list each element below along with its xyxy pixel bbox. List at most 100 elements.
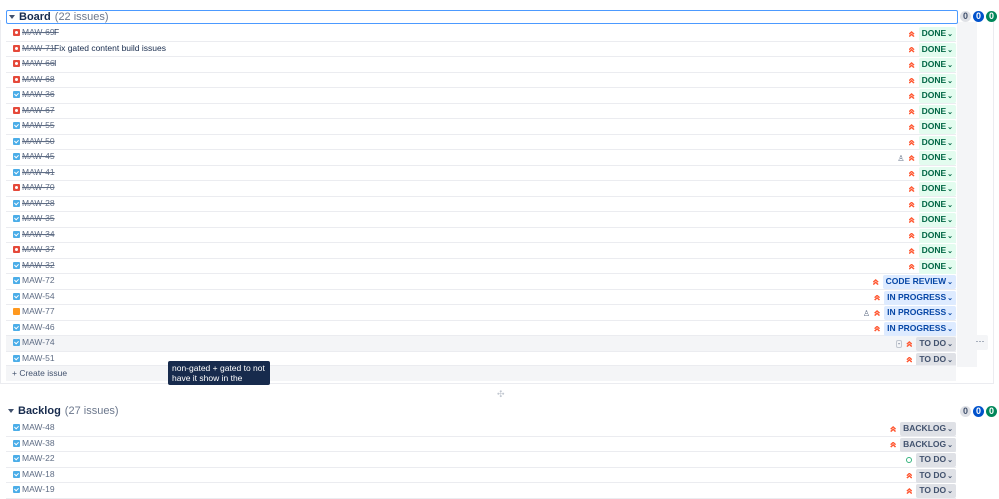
issue-summary[interactable]: F [54,27,59,37]
issue-key[interactable]: MAW-68 [22,74,55,84]
issue-key[interactable]: MAW-50 [22,136,55,146]
issue-key[interactable]: MAW-45 [22,151,55,161]
status-dropdown[interactable]: DONE⌄ [918,259,956,274]
issue-key[interactable]: MAW-35 [22,213,55,223]
issue-row[interactable]: MAW-36 DONE⌄ [6,88,956,104]
status-dropdown[interactable]: DONE⌄ [918,135,956,150]
issue-key[interactable]: MAW-77 [22,306,55,316]
issue-key[interactable]: MAW-69 [22,27,55,37]
more-actions-button[interactable]: ··· [972,335,988,350]
issue-row[interactable]: MAW-28 DONE⌄ [6,196,956,212]
status-dropdown[interactable]: CODE REVIEW⌄ [882,275,956,289]
issue-row[interactable]: MAW-66 I DONE⌄ [6,57,956,73]
status-dropdown[interactable]: IN PROGRESS⌄ [884,321,956,336]
board-section-header[interactable]: Board (22 issues) [6,10,958,24]
issue-key[interactable]: MAW-19 [22,484,55,494]
chevron-down-icon: ⌄ [947,139,953,147]
issue-summary[interactable]: Fix gated content build issues [54,43,166,53]
issue-row[interactable]: MAW-48 BACKLOG⌄ [6,421,956,437]
status-dropdown[interactable]: BACKLOG⌄ [900,422,956,436]
backlog-section-header[interactable]: Backlog (27 issues) [6,405,956,417]
status-dropdown[interactable]: IN PROGRESS⌄ [884,290,956,305]
issue-summary[interactable]: I [54,58,56,68]
issue-key[interactable]: MAW-54 [22,291,55,301]
create-issue-button[interactable]: + Create issue [12,368,67,378]
issue-row[interactable]: MAW-38 BACKLOG⌄ [6,436,956,452]
status-dropdown[interactable]: DONE⌄ [918,228,956,243]
status-dropdown[interactable]: IN PROGRESS⌄ [884,306,956,320]
issue-row[interactable]: MAW-50 DONE⌄ [6,134,956,150]
status-dropdown[interactable]: DONE⌄ [918,42,956,57]
issue-key[interactable]: MAW-18 [22,469,55,479]
issue-row[interactable]: MAW-19 TO DO⌄ [6,483,956,499]
assignee-icon[interactable]: ♙ [897,154,904,163]
issue-row[interactable]: MAW-72 CODE REVIEW⌄ [6,274,956,290]
issue-key[interactable]: MAW-66 [22,58,55,68]
issue-row[interactable]: MAW-22 TO DO⌄ [6,452,956,468]
issue-row[interactable]: MAW-67 DONE⌄ [6,103,956,119]
status-dropdown[interactable]: BACKLOG⌄ [900,437,956,452]
issue-key[interactable]: MAW-71 [22,43,55,53]
issue-key[interactable]: MAW-72 [22,275,55,285]
issue-row[interactable]: MAW-18 TO DO⌄ [6,467,956,483]
status-dropdown[interactable]: DONE⌄ [918,244,956,258]
issue-key[interactable]: MAW-51 [22,353,55,363]
status-dropdown[interactable]: DONE⌄ [918,73,956,88]
status-dropdown[interactable]: DONE⌄ [918,89,956,103]
status-dropdown[interactable]: DONE⌄ [918,104,956,119]
issue-row[interactable]: MAW-41 DONE⌄ [6,165,956,181]
issue-key[interactable]: MAW-37 [22,244,55,254]
issue-key[interactable]: MAW-22 [22,453,55,463]
issue-row[interactable]: MAW-74 - TO DO⌄ [6,336,956,352]
issue-key[interactable]: MAW-38 [22,438,55,448]
status-dropdown[interactable]: DONE⌄ [918,151,956,165]
chevron-down-icon[interactable] [8,409,14,413]
issue-key[interactable]: MAW-74 [22,337,55,347]
drag-handle-icon[interactable]: ✣ [497,389,505,400]
status-dropdown[interactable]: DONE⌄ [918,27,956,41]
status-dropdown[interactable]: DONE⌄ [918,166,956,181]
issue-key[interactable]: MAW-36 [22,89,55,99]
status-dropdown[interactable]: DONE⌄ [918,213,956,227]
issue-key[interactable]: MAW-55 [22,120,55,130]
status-dropdown[interactable]: DONE⌄ [918,197,956,212]
issue-key[interactable]: MAW-34 [22,229,55,239]
issue-row[interactable]: MAW-77 ♙ IN PROGRESS⌄ [6,305,956,321]
status-dropdown[interactable]: TO DO⌄ [916,468,956,483]
issue-key[interactable]: MAW-46 [22,322,55,332]
issue-row[interactable]: MAW-32 DONE⌄ [6,258,956,274]
status-label: DONE [921,105,947,116]
issue-key[interactable]: MAW-48 [22,422,55,432]
issue-key[interactable]: MAW-67 [22,105,55,115]
issue-row[interactable]: MAW-70 DONE⌄ [6,181,956,197]
issue-row[interactable]: MAW-46 IN PROGRESS⌄ [6,320,956,336]
issue-row[interactable]: MAW-71 Fix gated content build issues DONE… [6,41,956,57]
issue-meta: TO DO⌄ [906,484,956,498]
status-dropdown[interactable]: DONE⌄ [918,182,956,196]
issue-row[interactable]: MAW-54 IN PROGRESS⌄ [6,289,956,305]
task-icon [13,424,20,431]
chevron-down-icon[interactable] [9,15,15,19]
chevron-down-icon: ⌄ [947,426,953,433]
issue-key[interactable]: MAW-28 [22,198,55,208]
issue-row[interactable]: MAW-69 F DONE⌄ [6,26,956,42]
issue-row[interactable]: MAW-34 DONE⌄ [6,227,956,243]
estimate-icon[interactable]: - [895,340,903,348]
issue-row[interactable]: MAW-45 ♙ DONE⌄ [6,150,956,166]
status-dropdown[interactable]: DONE⌄ [918,58,956,72]
issue-key[interactable]: MAW-41 [22,167,55,177]
status-dropdown[interactable]: DONE⌄ [918,120,956,134]
issue-row[interactable]: MAW-37 DONE⌄ [6,243,956,259]
issue-row[interactable]: MAW-35 DONE⌄ [6,212,956,228]
status-dropdown[interactable]: TO DO⌄ [916,337,956,351]
status-dropdown[interactable]: TO DO⌄ [916,484,956,498]
assignee-icon[interactable]: ♙ [863,309,870,318]
issue-meta: IN PROGRESS⌄ [874,290,956,305]
issue-row[interactable]: MAW-55 DONE⌄ [6,119,956,135]
issue-key[interactable]: MAW-70 [22,182,55,192]
issue-key[interactable]: MAW-32 [22,260,55,270]
issue-meta: BACKLOG⌄ [890,422,956,436]
create-issue-row[interactable]: + Create issue [6,365,956,381]
status-dropdown[interactable]: TO DO⌄ [916,453,956,467]
issue-row[interactable]: MAW-68 DONE⌄ [6,72,956,88]
